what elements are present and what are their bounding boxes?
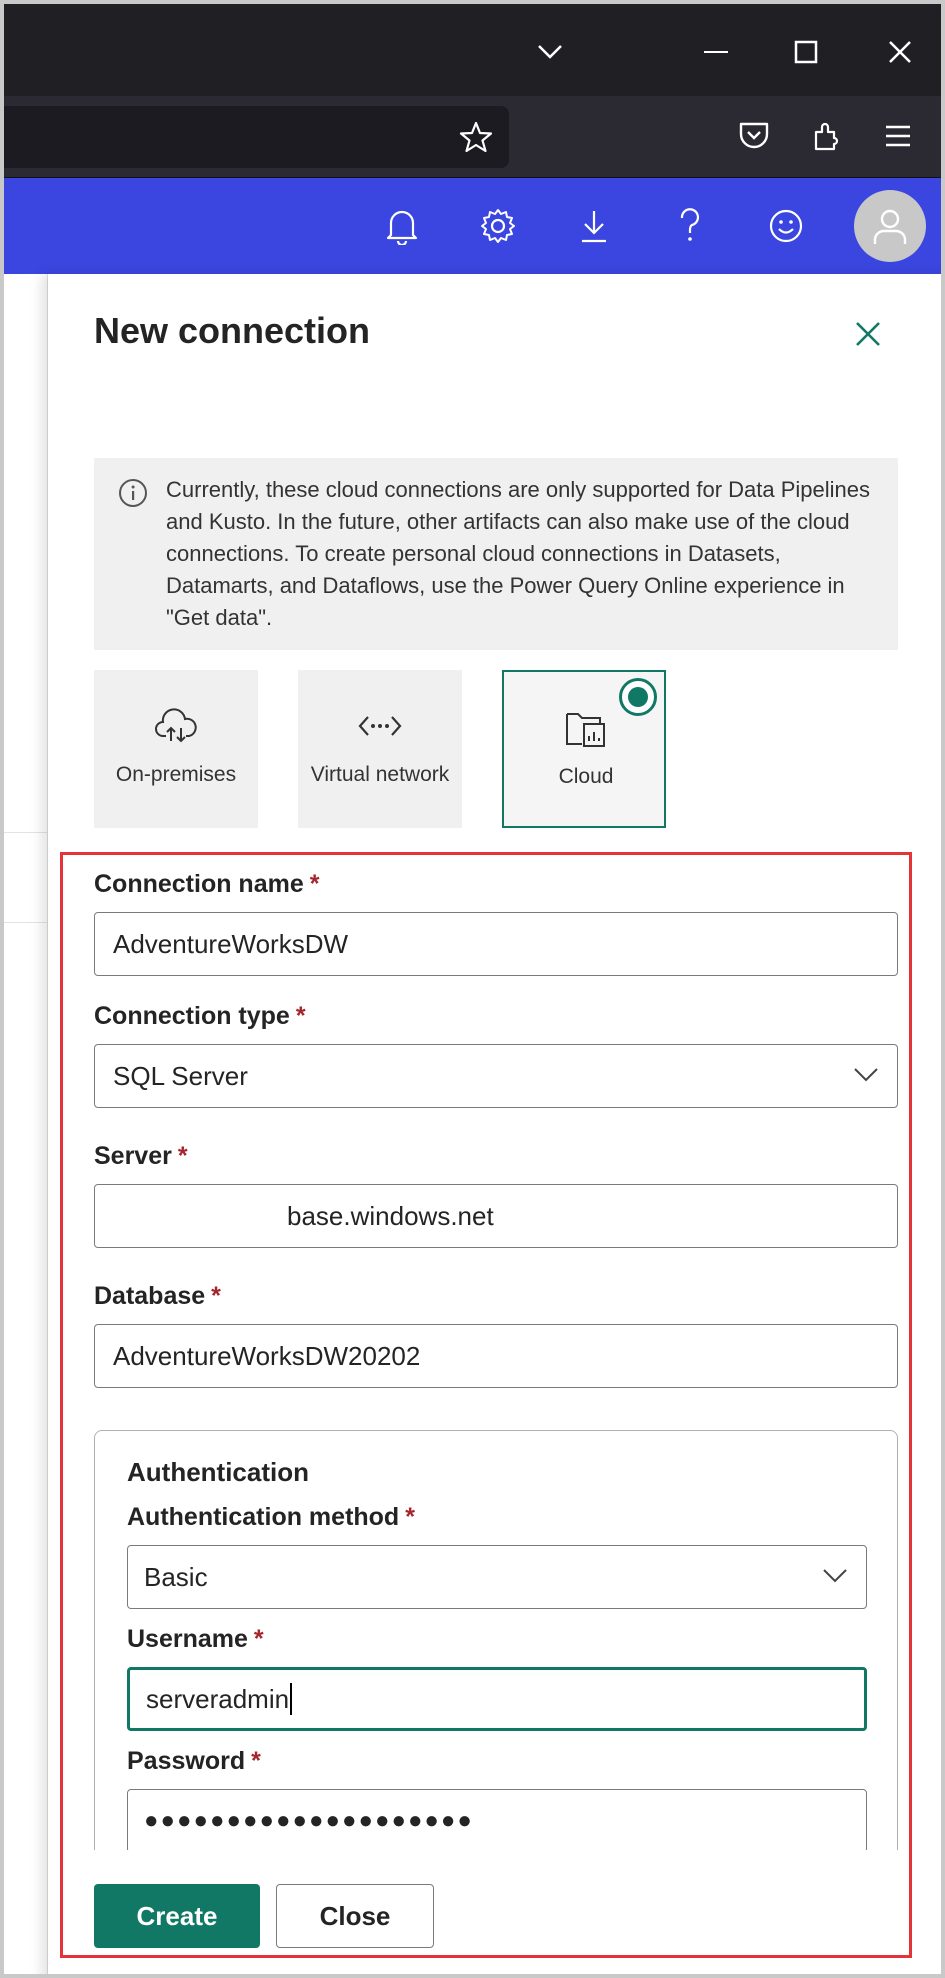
authentication-section: Authentication Authentication method * Ba… <box>94 1430 898 1870</box>
info-icon <box>119 479 147 507</box>
gear-icon[interactable] <box>474 202 522 250</box>
cloud-report-icon <box>504 708 668 748</box>
extensions-icon[interactable] <box>804 112 852 160</box>
avatar[interactable] <box>854 190 926 262</box>
app-header <box>4 178 941 274</box>
browser-window: New connection Currently, these cloud co… <box>0 0 945 1978</box>
scroll-fade <box>94 1850 898 1874</box>
tile-label: Cloud <box>558 765 614 788</box>
help-icon[interactable] <box>666 202 714 250</box>
network-icon <box>298 706 462 746</box>
connection-type-select[interactable]: SQL Server <box>94 1044 898 1108</box>
url-bar[interactable] <box>4 106 509 168</box>
password-input[interactable]: ●●●●●●●●●●●●●●●●●●●● <box>127 1789 867 1853</box>
smiley-icon[interactable] <box>762 202 810 250</box>
info-message: Currently, these cloud connections are o… <box>94 458 898 650</box>
browser-toolbar <box>4 96 941 178</box>
create-button[interactable]: Create <box>94 1884 260 1948</box>
menu-icon[interactable] <box>874 112 922 160</box>
divider <box>4 922 48 923</box>
chevron-down-icon <box>823 1569 847 1583</box>
username-label: Username * <box>127 1625 264 1653</box>
chevron-down-icon[interactable] <box>522 24 578 80</box>
tile-cloud[interactable]: Cloud <box>502 670 666 828</box>
connection-name-label: Connection name * <box>94 870 320 898</box>
tile-label: On-premises <box>115 763 237 786</box>
password-label: Password * <box>127 1747 261 1775</box>
server-input[interactable]: base.windows.net <box>94 1184 898 1248</box>
page-title: New connection <box>94 310 371 351</box>
divider <box>4 832 48 833</box>
database-label: Database * <box>94 1282 221 1310</box>
browser-titlebar <box>4 4 941 96</box>
tile-virtual-network[interactable]: Virtual network <box>298 670 462 828</box>
tile-on-premises[interactable]: On-premises <box>94 670 258 828</box>
background-page <box>4 274 48 1974</box>
authentication-title: Authentication <box>127 1457 309 1487</box>
auth-method-select[interactable]: Basic <box>127 1545 867 1609</box>
chevron-down-icon <box>854 1068 878 1082</box>
pocket-icon[interactable] <box>730 112 778 160</box>
info-text: Currently, these cloud connections are o… <box>166 477 870 630</box>
new-connection-panel: New connection Currently, these cloud co… <box>48 274 941 1974</box>
maximize-icon[interactable] <box>778 24 834 80</box>
close-panel-icon[interactable] <box>848 314 888 354</box>
server-label: Server * <box>94 1142 188 1170</box>
text-caret <box>290 1683 293 1715</box>
cloud-upload-icon <box>94 706 258 746</box>
username-input[interactable]: serveradmin <box>127 1667 867 1731</box>
close-icon[interactable] <box>872 24 928 80</box>
minimize-icon[interactable] <box>688 24 744 80</box>
database-input[interactable]: AdventureWorksDW20202 <box>94 1324 898 1388</box>
close-button[interactable]: Close <box>276 1884 434 1948</box>
bell-icon[interactable] <box>378 202 426 250</box>
connection-type-label: Connection type * <box>94 1002 306 1030</box>
star-icon[interactable] <box>452 113 500 161</box>
connection-name-input[interactable]: AdventureWorksDW <box>94 912 898 976</box>
auth-method-label: Authentication method * <box>127 1503 415 1531</box>
download-icon[interactable] <box>570 202 618 250</box>
tile-label: Virtual network <box>310 763 450 786</box>
